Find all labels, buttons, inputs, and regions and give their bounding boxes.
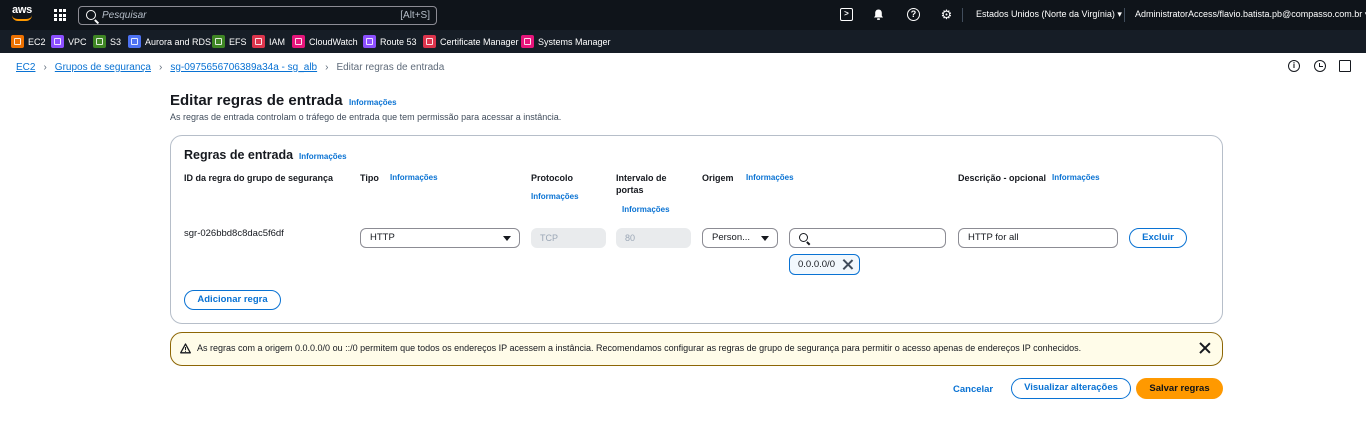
favorite-vpc[interactable]: VPC bbox=[51, 35, 87, 48]
column-header-protocol: Protocolo bbox=[531, 173, 573, 183]
save-rules-button[interactable]: Salvar regras bbox=[1136, 378, 1223, 399]
favorite-ec2[interactable]: EC2 bbox=[11, 35, 46, 48]
s3-service-icon bbox=[93, 35, 106, 48]
add-rule-button[interactable]: Adicionar regra bbox=[184, 290, 281, 310]
protocol-info-link[interactable]: Informações bbox=[531, 192, 579, 201]
efs-service-icon bbox=[212, 35, 225, 48]
favorite-iam[interactable]: IAM bbox=[252, 35, 285, 48]
favorite-cloudwatch[interactable]: CloudWatch bbox=[292, 35, 358, 48]
history-clock-icon[interactable] bbox=[1314, 60, 1326, 72]
search-icon bbox=[799, 233, 808, 242]
favorites-bar: EC2 VPC S3 Aurora and RDS EFS IAM CloudW… bbox=[0, 30, 1366, 53]
port-range-line-2: portas bbox=[616, 185, 644, 195]
iam-service-icon bbox=[252, 35, 265, 48]
favorite-label: Route 53 bbox=[380, 36, 417, 47]
favorite-label: Certificate Manager bbox=[440, 36, 519, 47]
cidr-token-label: 0.0.0.0/0 bbox=[798, 259, 835, 270]
inbound-rules-title: Regras de entrada bbox=[184, 148, 294, 162]
source-info-link[interactable]: Informações bbox=[746, 173, 794, 182]
breadcrumb-security-group[interactable]: sg-0975656706389a34a - sg_alb bbox=[170, 62, 317, 73]
divider bbox=[962, 8, 963, 22]
acm-service-icon bbox=[423, 35, 436, 48]
favorite-efs[interactable]: EFS bbox=[212, 35, 247, 48]
remove-token-close-icon[interactable] bbox=[842, 259, 853, 270]
favorite-label: Aurora and RDS bbox=[145, 36, 212, 47]
rule-description-input[interactable]: HTTP for all bbox=[958, 228, 1118, 248]
top-navigation: aws Pesquisar [Alt+S] > ? ⚙ Estados Unid… bbox=[0, 0, 1366, 30]
divider bbox=[1124, 8, 1125, 22]
description-info-link[interactable]: Informações bbox=[1052, 173, 1100, 182]
favorite-systems-manager[interactable]: Systems Manager bbox=[521, 35, 611, 48]
source-type-value: Person... bbox=[712, 232, 751, 243]
favorite-s3[interactable]: S3 bbox=[93, 35, 121, 48]
cancel-button[interactable]: Cancelar bbox=[953, 384, 993, 395]
favorite-label: EFS bbox=[229, 36, 247, 47]
port-range-line-1: Intervalo de bbox=[616, 173, 667, 183]
notifications-bell-icon[interactable] bbox=[872, 8, 885, 21]
aws-logo[interactable]: aws bbox=[12, 5, 34, 25]
cloudshell-icon[interactable]: > bbox=[840, 8, 853, 21]
cloudwatch-service-icon bbox=[292, 35, 305, 48]
type-info-link[interactable]: Informações bbox=[390, 173, 438, 182]
chevron-right-icon: › bbox=[158, 61, 163, 73]
inbound-rules-info-link[interactable]: Informações bbox=[299, 152, 347, 161]
port-range-field: 80 bbox=[616, 228, 691, 248]
search-icon bbox=[86, 10, 96, 20]
favorite-label: CloudWatch bbox=[309, 36, 358, 47]
screen-feedback-icon[interactable] bbox=[1339, 60, 1351, 72]
favorite-route53[interactable]: Route 53 bbox=[363, 35, 417, 48]
page-description: As regras de entrada controlam o tráfego… bbox=[170, 112, 562, 122]
info-panel-icon[interactable]: i bbox=[1288, 60, 1300, 72]
caret-down-icon bbox=[503, 236, 511, 241]
delete-rule-button[interactable]: Excluir bbox=[1129, 228, 1187, 248]
dismiss-warning-close-icon[interactable] bbox=[1199, 342, 1211, 354]
page-info-link[interactable]: Informações bbox=[349, 98, 397, 107]
rds-service-icon bbox=[128, 35, 141, 48]
route53-service-icon bbox=[363, 35, 376, 48]
breadcrumb-security-groups[interactable]: Grupos de segurança bbox=[55, 62, 151, 73]
ec2-service-icon bbox=[11, 35, 24, 48]
favorite-label: EC2 bbox=[28, 36, 46, 47]
favorite-label: VPC bbox=[68, 36, 87, 47]
favorite-label: Systems Manager bbox=[538, 36, 611, 47]
search-shortcut: [Alt+S] bbox=[400, 10, 430, 21]
column-header-description: Descrição - opcional bbox=[958, 173, 1047, 183]
warning-triangle-icon bbox=[180, 343, 191, 354]
breadcrumb: EC2 › Grupos de segurança › sg-097565670… bbox=[16, 60, 444, 74]
vpc-service-icon bbox=[51, 35, 64, 48]
port-range-info-link[interactable]: Informações bbox=[622, 205, 670, 214]
source-type-select[interactable]: Person... bbox=[702, 228, 778, 248]
chevron-right-icon: › bbox=[43, 61, 47, 73]
search-input[interactable]: Pesquisar [Alt+S] bbox=[78, 6, 437, 25]
chevron-right-icon: › bbox=[325, 61, 329, 73]
caret-down-icon bbox=[761, 236, 769, 241]
column-header-rule-id: ID da regra do grupo de segurança bbox=[184, 173, 334, 183]
preview-changes-button[interactable]: Visualizar alterações bbox=[1011, 378, 1131, 399]
warning-text: As regras com a origem 0.0.0.0/0 ou ::/0… bbox=[197, 343, 1082, 353]
cidr-token: 0.0.0.0/0 bbox=[789, 254, 860, 275]
breadcrumb-current: Editar regras de entrada bbox=[336, 61, 445, 73]
protocol-field: TCP bbox=[531, 228, 606, 248]
page-title: Editar regras de entrada bbox=[170, 92, 343, 109]
services-menu-icon[interactable] bbox=[54, 9, 66, 21]
favorite-label: S3 bbox=[110, 36, 122, 47]
column-header-port-range: Intervalo de portas bbox=[616, 172, 667, 196]
ssm-service-icon bbox=[521, 35, 534, 48]
favorite-rds[interactable]: Aurora and RDS bbox=[128, 35, 211, 48]
help-icon[interactable]: ? bbox=[907, 8, 920, 21]
region-selector[interactable]: Estados Unidos (Norte da Virgínia) ▾ bbox=[976, 9, 1122, 20]
column-header-source: Origem bbox=[702, 173, 734, 183]
type-select-value: HTTP bbox=[370, 232, 395, 243]
column-header-type: Tipo bbox=[360, 173, 379, 183]
favorite-label: IAM bbox=[269, 36, 286, 47]
account-menu[interactable]: AdministratorAccess/flavio.batista.pb@co… bbox=[1135, 9, 1366, 20]
search-placeholder: Pesquisar bbox=[102, 10, 147, 21]
settings-gear-icon[interactable]: ⚙ bbox=[940, 8, 953, 21]
rule-id-value: sgr-026bbd8c8dac5f6df bbox=[184, 228, 284, 239]
aws-logo-text: aws bbox=[12, 4, 32, 16]
breadcrumb-ec2[interactable]: EC2 bbox=[16, 62, 35, 73]
type-select[interactable]: HTTP bbox=[360, 228, 520, 248]
source-cidr-search-input[interactable] bbox=[789, 228, 946, 248]
favorite-certificate-manager[interactable]: Certificate Manager bbox=[423, 35, 519, 48]
